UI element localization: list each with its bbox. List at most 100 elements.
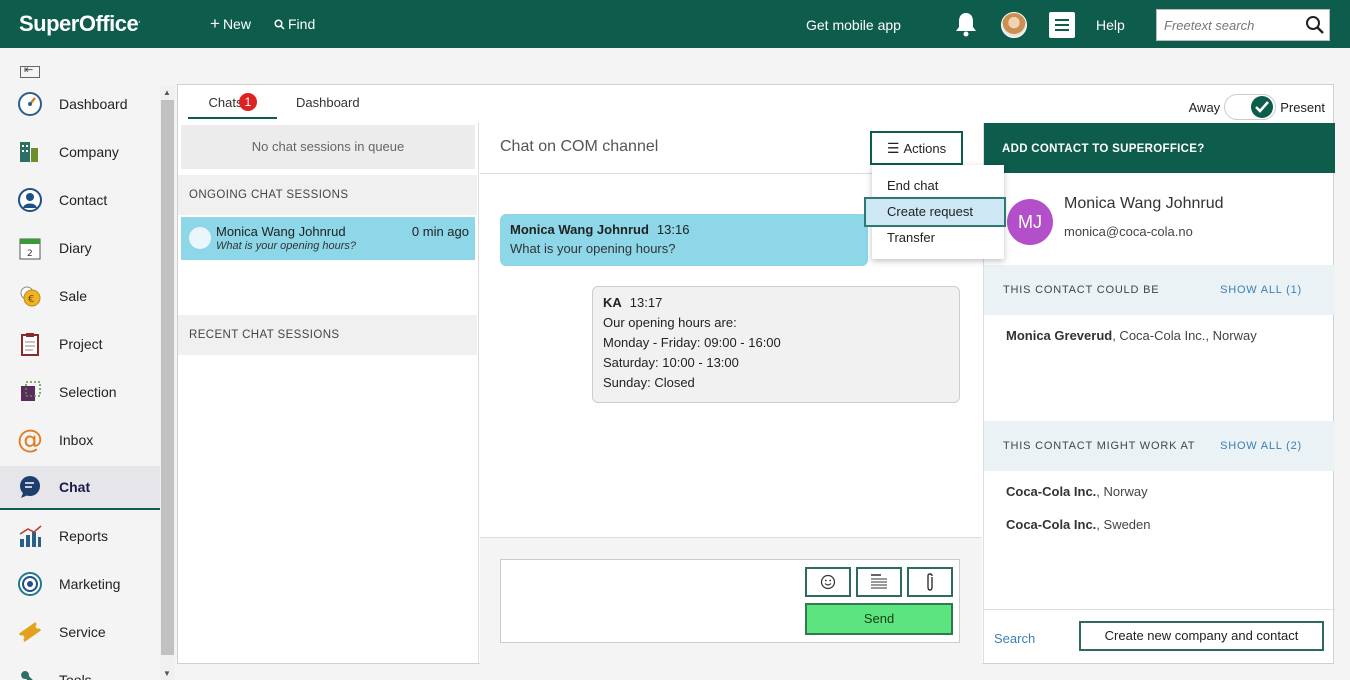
contact-name: Monica Wang Johnrud: [1064, 195, 1224, 212]
bell-icon[interactable]: [954, 11, 978, 37]
search-icon[interactable]: [1305, 15, 1325, 35]
attach-button[interactable]: [907, 567, 953, 597]
sidebar-item-contact[interactable]: Contact: [0, 178, 160, 222]
message-time: 13:17: [629, 295, 663, 310]
contact-panel-footer: Search Create new company and contact: [984, 609, 1335, 664]
collapse-sidebar-icon[interactable]: [20, 63, 40, 78]
new-button[interactable]: + New: [210, 14, 251, 33]
sidebar-item-sale[interactable]: € Sale: [0, 274, 160, 318]
message-input[interactable]: [501, 560, 797, 642]
inbox-at-icon: @: [17, 425, 43, 455]
sidebar-item-company[interactable]: Company: [0, 130, 160, 174]
message-author: Monica Wang Johnrud: [510, 222, 649, 237]
sidebar-item-project[interactable]: Project: [0, 322, 160, 366]
tab-chats-label: Chats: [208, 95, 243, 110]
sidebar-item-selection[interactable]: Selection: [0, 370, 160, 414]
work-at-section-header: THIS CONTACT MIGHT WORK AT SHOW ALL (2): [984, 421, 1335, 471]
menu-item-transfer[interactable]: Transfer: [872, 225, 1004, 251]
company-building-icon: [17, 139, 43, 165]
search-link[interactable]: Search: [994, 631, 1035, 646]
could-be-show-all-link[interactable]: SHOW ALL (1): [1220, 284, 1302, 296]
compose-box: Send: [500, 559, 960, 643]
sidebar: Dashboard Company Contact 2 Diary € Sale…: [0, 48, 160, 680]
checkmark-icon: [1251, 96, 1274, 118]
company-match[interactable]: Coca-Cola Inc., Norway: [1006, 484, 1148, 499]
send-button[interactable]: Send: [805, 603, 953, 635]
company-match[interactable]: Coca-Cola Inc., Sweden: [1006, 517, 1151, 532]
create-company-contact-button[interactable]: Create new company and contact: [1079, 621, 1324, 651]
chat-conversation-panel: Chat on COM channel ☰ Actions End chat C…: [480, 123, 1006, 664]
menu-item-end-chat[interactable]: End chat: [872, 173, 1004, 199]
service-ticket-icon: [17, 619, 43, 645]
message-line: Sunday: Closed: [603, 375, 695, 390]
emoji-button[interactable]: [805, 567, 851, 597]
queue-status: No chat sessions in queue: [181, 125, 475, 169]
chat-bubble-icon: [17, 474, 43, 500]
sidebar-item-marketing[interactable]: Marketing: [0, 562, 160, 606]
session-last-message: What is your opening hours?: [216, 240, 357, 252]
tools-wrench-icon: [17, 667, 43, 680]
sidebar-item-service[interactable]: Service: [0, 610, 160, 654]
message-line: Monday - Friday: 09:00 - 16:00: [603, 335, 781, 350]
sale-coins-icon: €: [17, 283, 43, 309]
diary-calendar-icon: 2: [17, 235, 43, 261]
unread-badge: 1: [239, 93, 257, 111]
message-line: Our opening hours are:: [603, 315, 737, 330]
session-time: 0 min ago: [411, 224, 469, 239]
sidebar-item-reports[interactable]: Reports: [0, 514, 160, 558]
hamburger-icon: ☰: [886, 139, 900, 156]
freetext-search: [1156, 9, 1330, 41]
chat-title: Chat on COM channel: [500, 138, 659, 155]
user-avatar[interactable]: [1001, 12, 1027, 38]
chat-main-panel: Chats 1 Dashboard Away Present No chat s…: [177, 84, 1335, 664]
work-at-title: THIS CONTACT MIGHT WORK AT: [1003, 440, 1196, 452]
sidebar-item-dashboard[interactable]: Dashboard: [0, 82, 160, 126]
marketing-target-icon: [17, 571, 43, 597]
search-input[interactable]: [1157, 10, 1297, 40]
could-be-section-header: THIS CONTACT COULD BE SHOW ALL (1): [984, 265, 1335, 315]
incoming-message: Monica Wang Johnrud 13:16 What is your op…: [500, 214, 868, 266]
sidebar-item-tools[interactable]: Tools: [0, 658, 160, 680]
tab-chats[interactable]: Chats: [188, 95, 277, 119]
scroll-up-arrow-icon[interactable]: ▲: [163, 88, 171, 97]
svg-text:2: 2: [27, 249, 33, 259]
message-text: What is your opening hours?: [510, 241, 676, 256]
superoffice-logo[interactable]: SuperOffice.: [19, 11, 140, 37]
outgoing-message: KA 13:17 Our opening hours are: Monday - …: [592, 286, 960, 403]
get-mobile-app-link[interactable]: Get mobile app: [806, 17, 901, 33]
sidebar-item-diary[interactable]: 2 Diary: [0, 226, 160, 270]
project-clipboard-icon: [17, 331, 43, 357]
reports-chart-icon: [17, 523, 43, 549]
could-be-title: THIS CONTACT COULD BE: [1003, 284, 1160, 296]
paperclip-icon: [927, 573, 933, 591]
help-link[interactable]: Help: [1096, 17, 1125, 33]
presence-toggle[interactable]: [1224, 94, 1277, 120]
actions-button[interactable]: ☰ Actions: [870, 131, 963, 165]
find-button[interactable]: Find: [274, 16, 315, 32]
plus-icon: +: [210, 14, 220, 33]
session-name: Monica Wang Johnrud: [216, 224, 346, 239]
menu-item-create-request[interactable]: Create request: [864, 197, 1006, 227]
chat-sessions-panel: No chat sessions in queue ONGOING CHAT S…: [178, 123, 479, 664]
svg-text:€: €: [28, 294, 34, 305]
could-be-match[interactable]: Monica Greverud, Coca-Cola Inc., Norway: [1006, 328, 1257, 343]
tab-dashboard[interactable]: Dashboard: [296, 95, 360, 110]
canned-text-button[interactable]: [856, 567, 902, 597]
session-status-icon: [189, 227, 211, 249]
sidebar-scrollbar[interactable]: ▲ ▼: [160, 86, 175, 680]
message-line: Saturday: 10:00 - 13:00: [603, 355, 739, 370]
sidebar-item-inbox[interactable]: @ Inbox: [0, 418, 160, 462]
ongoing-sessions-header: ONGOING CHAT SESSIONS: [178, 175, 477, 215]
chat-session-item[interactable]: Monica Wang Johnrud 0 min ago What is yo…: [181, 217, 475, 260]
menu-icon[interactable]: [1049, 12, 1075, 38]
scrollbar-thumb[interactable]: [161, 100, 174, 655]
add-contact-header: ADD CONTACT TO SUPEROFFICE?: [984, 123, 1335, 173]
contact-email: monica@coca-cola.no: [1064, 224, 1193, 239]
contact-avatar: MJ: [1007, 199, 1053, 245]
work-at-show-all-link[interactable]: SHOW ALL (2): [1220, 440, 1302, 452]
contact-suggestion-panel: ADD CONTACT TO SUPEROFFICE? MJ Monica Wa…: [983, 123, 1335, 664]
scroll-down-arrow-icon[interactable]: ▼: [163, 669, 171, 678]
compose-area: Send: [480, 537, 982, 664]
top-bar: SuperOffice. + New Find Get mobile app H…: [0, 0, 1350, 48]
sidebar-item-chat[interactable]: Chat: [0, 466, 160, 510]
